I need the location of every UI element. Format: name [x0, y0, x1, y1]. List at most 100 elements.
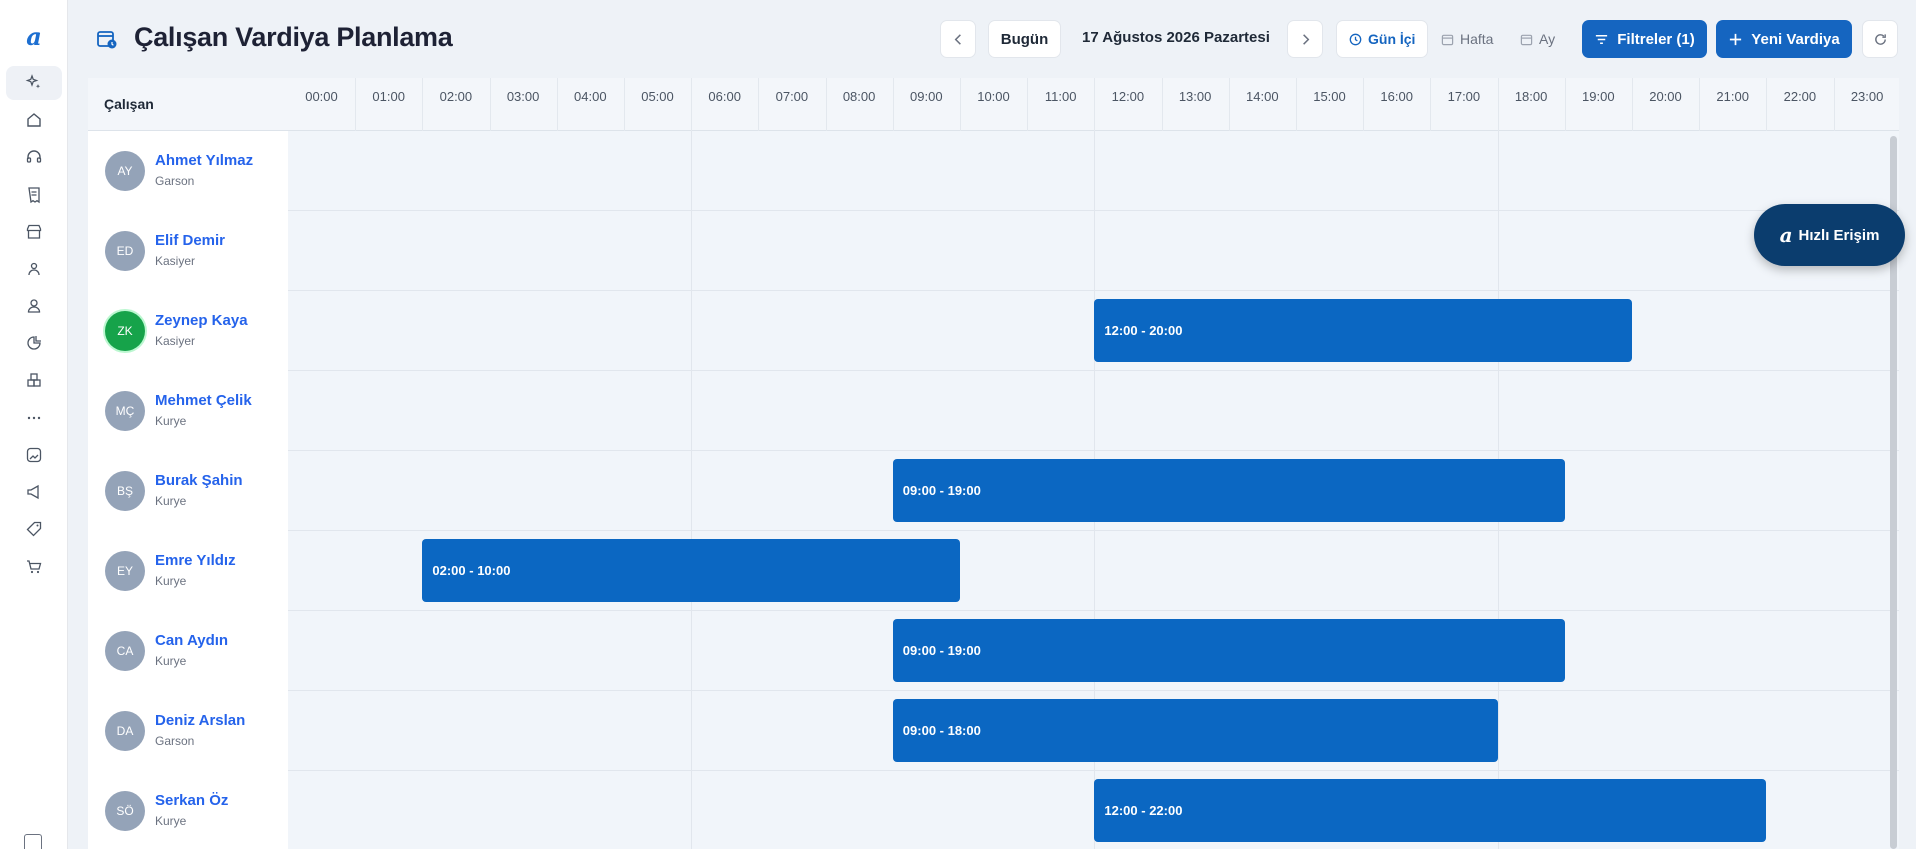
avatar: ED	[105, 231, 145, 271]
hour-divider	[892, 78, 894, 131]
home-icon	[27, 113, 41, 127]
sidebar-item-chart[interactable]	[6, 326, 62, 360]
quick-access-button[interactable]: a Hızlı Erişim	[1754, 204, 1905, 266]
employee-name[interactable]: Elif Demir	[155, 232, 225, 249]
hour-divider	[489, 78, 491, 131]
employee-cell[interactable]: AY Ahmet Yılmaz Garson	[88, 131, 288, 211]
shift-block[interactable]: 09:00 - 19:00	[892, 459, 1565, 522]
chart-icon	[27, 336, 41, 351]
hour-label: 08:00	[842, 89, 876, 104]
hour-divider	[960, 78, 961, 131]
more-icon	[27, 416, 41, 419]
employee-name[interactable]: Serkan Öz	[155, 792, 228, 809]
sidebar-item-more[interactable]	[6, 401, 62, 435]
employee-cell[interactable]: EY Emre Yıldız Kurye	[88, 531, 288, 611]
employee-name[interactable]: Deniz Arslan	[155, 712, 245, 729]
employee-row[interactable]: CA Can Aydın Kurye 09:00 - 19:00	[88, 611, 1899, 691]
employee-row[interactable]: SÖ Serkan Öz Kurye 12:00 - 22:00	[88, 771, 1899, 849]
hour-divider	[1632, 78, 1633, 131]
hour-divider	[1564, 78, 1566, 131]
hour-divider	[691, 78, 693, 131]
employee-cell[interactable]: CA Can Aydın Kurye	[88, 611, 288, 691]
employee-name[interactable]: Ahmet Yılmaz	[155, 152, 253, 169]
store-icon	[26, 224, 42, 239]
hour-label: 17:00	[1447, 89, 1481, 104]
employee-row[interactable]: BŞ Burak Şahin Kurye 09:00 - 19:00	[88, 451, 1899, 531]
employee-role: Kasiyer	[155, 334, 196, 348]
today-button[interactable]: Bugün	[988, 20, 1061, 58]
hour-divider	[1296, 78, 1297, 131]
employee-name[interactable]: Emre Yıldız	[155, 552, 236, 569]
sidebar-item-user[interactable]	[6, 289, 62, 323]
app-logo[interactable]: a	[0, 22, 68, 52]
hour-divider	[1833, 78, 1835, 131]
hour-divider	[556, 78, 558, 131]
hour-label: 00:00	[305, 89, 338, 104]
next-day-button[interactable]	[1287, 20, 1323, 58]
new-shift-label: Yeni Vardiya	[1751, 30, 1840, 48]
employee-cell[interactable]: ZK Zeynep Kaya Kasiyer	[88, 291, 288, 371]
avatar: EY	[105, 551, 145, 591]
view-tab-week[interactable]: Hafta	[1441, 20, 1493, 58]
refresh-button[interactable]	[1862, 20, 1898, 58]
hour-label: 19:00	[1582, 89, 1615, 104]
sidebar-item-megaphone[interactable]	[6, 475, 62, 509]
sidebar-item-sparkle[interactable]	[6, 66, 62, 100]
employee-cell[interactable]: MÇ Mehmet Çelik Kurye	[88, 371, 288, 451]
filter-icon	[1596, 34, 1608, 44]
sidebar-item-tag[interactable]	[6, 512, 62, 546]
employee-cell[interactable]: DA Deniz Arslan Garson	[88, 691, 288, 771]
sidebar-item-headset[interactable]	[6, 140, 62, 174]
hour-divider	[355, 78, 357, 131]
sidebar-item-receipt[interactable]	[6, 178, 62, 212]
employee-name[interactable]: Zeynep Kaya	[155, 312, 248, 329]
shift-block[interactable]: 12:00 - 20:00	[1094, 299, 1632, 362]
sparkle-icon	[25, 74, 41, 89]
page-title: Çalışan Vardiya Planlama	[134, 22, 453, 52]
employee-cell[interactable]: SÖ Serkan Öz Kurye	[88, 771, 288, 849]
hour-label: 04:00	[574, 89, 607, 104]
employee-row[interactable]: ED Elif Demir Kasiyer	[88, 211, 1899, 291]
hour-divider	[624, 78, 625, 131]
shift-block[interactable]: 09:00 - 19:00	[892, 619, 1565, 682]
headset-icon	[26, 150, 42, 164]
prev-day-button[interactable]	[940, 20, 976, 58]
sidebar-item-home[interactable]	[6, 103, 62, 137]
employee-row[interactable]: EY Emre Yıldız Kurye 02:00 - 10:00	[88, 531, 1899, 611]
tag-icon	[26, 522, 42, 537]
shift-block[interactable]: 02:00 - 10:00	[422, 539, 960, 602]
hour-label: 06:00	[708, 89, 741, 104]
view-tab-day[interactable]: Gün İçi	[1336, 20, 1429, 58]
employee-row[interactable]: DA Deniz Arslan Garson 09:00 - 18:00	[88, 691, 1899, 771]
quick-access-label: Hızlı Erişim	[1798, 226, 1880, 244]
hour-label: 05:00	[641, 89, 674, 104]
employee-row[interactable]: MÇ Mehmet Çelik Kurye	[88, 371, 1899, 451]
hour-label: 22:00	[1783, 89, 1817, 104]
employee-role: Kurye	[155, 654, 187, 668]
view-tab-month[interactable]: Ay	[1520, 20, 1555, 58]
shift-block[interactable]: 12:00 - 22:00	[1094, 779, 1767, 842]
sidebar-item-cart[interactable]	[6, 550, 62, 584]
sidebar-item-users[interactable]	[6, 252, 62, 286]
employee-role: Kurye	[155, 574, 187, 588]
employee-cell[interactable]: ED Elif Demir Kasiyer	[88, 211, 288, 291]
hour-divider	[1363, 78, 1365, 131]
hour-label: 15:00	[1313, 89, 1346, 104]
employee-name[interactable]: Burak Şahin	[155, 472, 243, 489]
sidebar-item-store[interactable]	[6, 215, 62, 249]
filters-button[interactable]: Filtreler (1)	[1582, 20, 1707, 58]
hour-label: 09:00	[910, 89, 943, 104]
hour-label: 02:00	[439, 89, 473, 104]
sidebar-item-gallery[interactable]	[6, 438, 62, 472]
employee-name[interactable]: Can Aydın	[155, 632, 228, 649]
employee-cell[interactable]: BŞ Burak Şahin Kurye	[88, 451, 288, 531]
view-tab-month-label: Ay	[1539, 31, 1556, 47]
employee-row[interactable]: ZK Zeynep Kaya Kasiyer 12:00 - 20:00	[88, 291, 1899, 371]
sidebar-item-boxes[interactable]	[6, 364, 62, 398]
current-date: 17 Ağustos 2026 Pazartesi	[1082, 29, 1270, 46]
new-shift-button[interactable]: Yeni Vardiya	[1716, 20, 1852, 58]
employee-name[interactable]: Mehmet Çelik	[155, 392, 252, 409]
employee-row[interactable]: AY Ahmet Yılmaz Garson	[88, 131, 1899, 211]
shift-block[interactable]: 09:00 - 18:00	[892, 699, 1498, 762]
sidebar-bottom-icon[interactable]	[24, 834, 42, 849]
